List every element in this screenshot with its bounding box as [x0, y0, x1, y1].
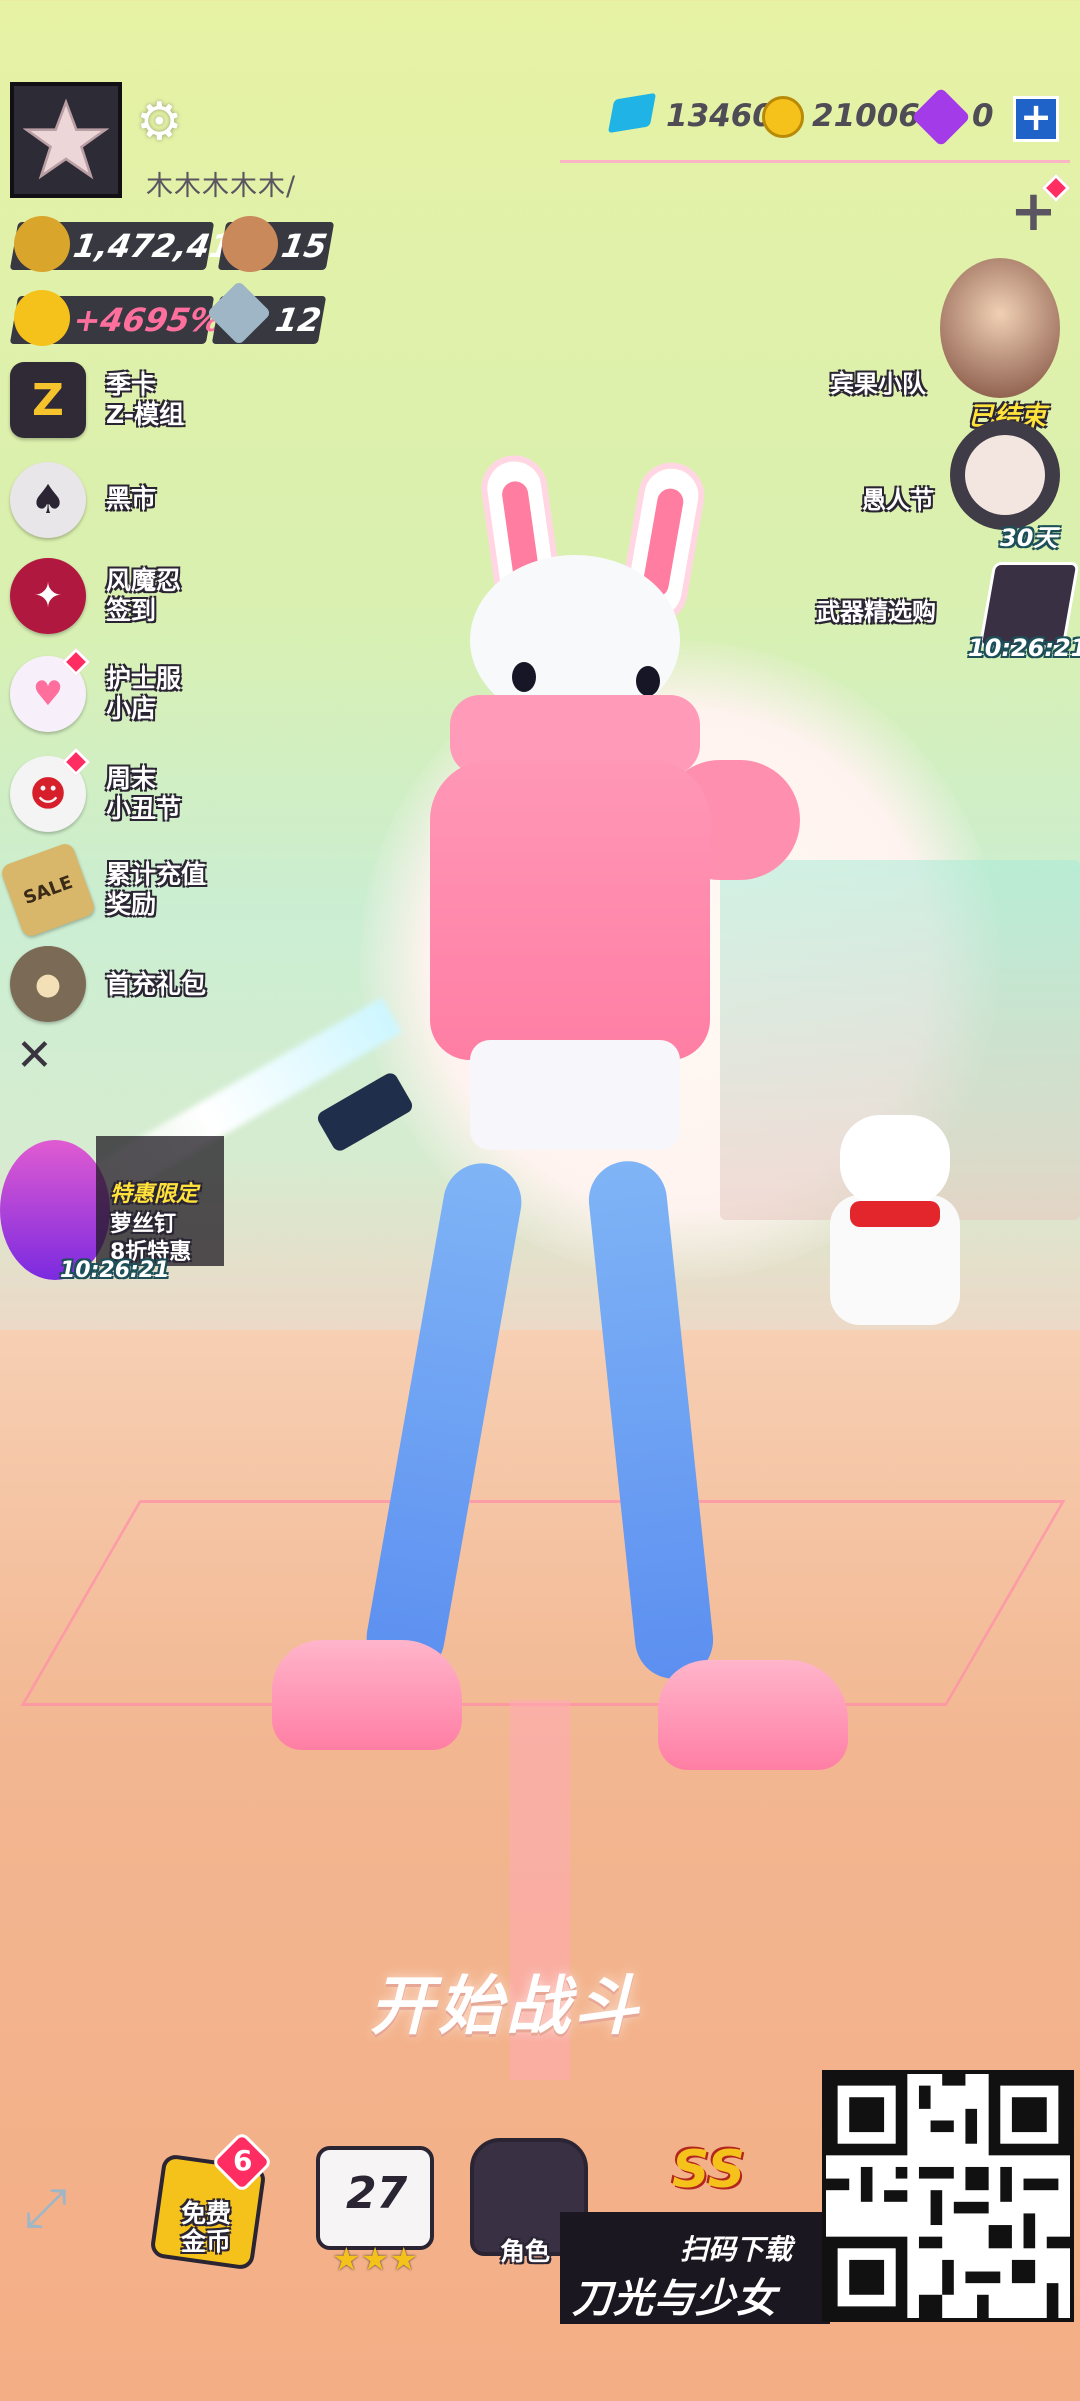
shuriken-icon: ✦ [10, 558, 86, 634]
level-button[interactable]: 27 ★★★ [312, 2146, 434, 2286]
trophy-icon [14, 216, 70, 272]
stars-icon: ★★★ [332, 2240, 419, 2278]
qr-pattern-icon [826, 2074, 1070, 2318]
menu-label: 风魔忍 签到 [106, 566, 182, 625]
bunny-eye-right [636, 666, 660, 696]
banner-game-title: 刀光与少女 [572, 2276, 777, 2322]
character-label: 角色 [500, 2237, 551, 2266]
menu-item-clown-festival[interactable]: ☻ 周末 小丑节 [10, 747, 181, 832]
menu-label: 累计充值 奖励 [106, 860, 207, 919]
bear-face-icon [222, 216, 278, 272]
bear-head [840, 1115, 950, 1205]
promo-card[interactable]: 特惠限定 萝丝钉 8折特惠 10:26:21 [0, 1130, 230, 1290]
gift-bag-icon: ● [10, 946, 86, 1022]
event-label: 武器精选购 [816, 598, 936, 626]
menu-label: 周末 小丑节 [106, 764, 182, 823]
bunny-eye-left [512, 662, 536, 692]
event-weapon-select[interactable]: 武器精选购 10:26:21 [810, 562, 1080, 672]
promo-line1: 特惠限定 [110, 1182, 199, 1207]
menu-item-first-recharge[interactable]: ● 首充礼包 [10, 946, 206, 1022]
gem-value: 13460 [666, 98, 774, 134]
event-label: 宾果小队 [830, 370, 926, 398]
avatar[interactable] [10, 82, 122, 198]
menu-item-season-card[interactable]: Z 季卡 Z-模组 [10, 362, 184, 438]
april-fools-face [965, 435, 1045, 515]
character-shorts [470, 1040, 680, 1150]
bingo-portrait [940, 258, 1060, 398]
start-battle-button[interactable]: 开始战斗 [370, 1955, 642, 2047]
companion-bear[interactable] [820, 1115, 970, 1325]
top-divider [560, 160, 1070, 163]
banner-scan-label: 扫码下载 [680, 2233, 793, 2266]
z-card-icon: Z [10, 362, 86, 438]
expand-arrows-icon[interactable]: ⤢ [24, 2176, 67, 2240]
event-label: 愚人节 [862, 486, 934, 514]
spade-ace-icon: ♠ [10, 462, 86, 538]
character-shoe-right [658, 1660, 848, 1770]
event-status: 10:26:21 [968, 634, 1080, 662]
weapon-level-counter[interactable]: 12 [206, 280, 327, 346]
event-april-fools[interactable]: 愚人节 30天 [860, 420, 1080, 552]
menu-label: 护士服 小店 [106, 664, 182, 723]
bear-scarf [850, 1201, 940, 1227]
free-coins-badge: 6 [233, 2144, 253, 2177]
gem-icon [607, 92, 657, 134]
trophy-counter[interactable]: 1,472,414 [9, 216, 258, 272]
settings-gear-icon[interactable]: ⚙ [136, 96, 183, 148]
bonus-counter[interactable]: +4695% [9, 290, 225, 346]
menu-item-nurse-shop[interactable]: ♥ 护士服 小店 [10, 647, 181, 732]
bear-counter[interactable]: 15 [217, 216, 335, 272]
menu-item-black-market[interactable]: ♠ 黑市 [10, 462, 156, 538]
level-value: 27 [346, 2168, 408, 2219]
add-currency-button[interactable]: + [1013, 96, 1059, 142]
menu-label: 季卡 Z-模组 [106, 370, 185, 429]
sale-tag-icon: SALE [0, 841, 97, 939]
character-jacket [430, 760, 710, 1060]
menu-label: 黑市 [106, 484, 157, 513]
crystal-value: 0 [972, 98, 994, 134]
qr-code[interactable] [822, 2070, 1074, 2322]
rank-badge[interactable]: SS [672, 2140, 745, 2200]
promo-timer: 10:26:21 [60, 1258, 170, 1283]
character-shoe-left [272, 1640, 462, 1750]
event-status: 30天 [1000, 524, 1058, 552]
scene-court-lines [20, 1500, 1066, 1706]
menu-item-ninja-checkin[interactable]: ✦ 风魔忍 签到 [10, 558, 181, 634]
free-coins-button[interactable]: 6 免费 金币 [148, 2130, 274, 2274]
character-weapon [315, 1070, 415, 1154]
event-bingo-team[interactable]: 宾果小队 已结束 [820, 258, 1080, 432]
close-menu-icon[interactable]: ✕ [16, 1030, 53, 1081]
emoji-cool-icon [14, 290, 70, 346]
coin-icon [762, 96, 804, 138]
free-coins-label: 免费 金币 [180, 2199, 231, 2256]
menu-item-recharge-reward[interactable]: SALE 累计充值 奖励 [0, 841, 206, 939]
menu-label: 首充礼包 [106, 970, 207, 999]
crystal-icon [911, 87, 971, 147]
player-name: 木木木木木/ [146, 171, 297, 202]
star-icon [23, 98, 109, 180]
